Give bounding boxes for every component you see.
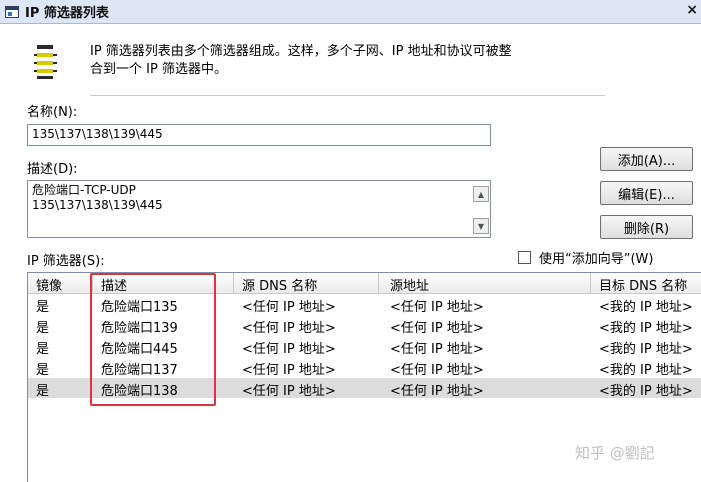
scroll-down-icon[interactable]: ▼ [473, 218, 489, 234]
column-header-dest-dns[interactable]: 目标 DNS 名称 [599, 275, 687, 294]
cell-source-dns: <任何 IP 地址> [242, 363, 336, 378]
watermark: 知乎 @劉記 [575, 444, 655, 462]
cell-dest-dns: <我的 IP 地址> [599, 300, 693, 315]
cell-source-dns: <任何 IP 地址> [242, 321, 336, 336]
cell-mirrored: 是 [36, 384, 50, 399]
cell-mirrored: 是 [36, 321, 50, 336]
cell-dest-dns: <我的 IP 地址> [599, 342, 693, 357]
edit-button[interactable]: 编辑(E)... [600, 181, 693, 205]
column-header-source-address[interactable]: 源地址 [390, 275, 429, 294]
title-bar: IP 筛选器列表 × [0, 0, 701, 24]
window-icon [5, 5, 19, 18]
column-divider[interactable] [590, 273, 591, 293]
cell-source-dns: <任何 IP 地址> [242, 342, 336, 357]
window-title: IP 筛选器列表 [25, 6, 109, 21]
filter-list-icon [34, 45, 57, 79]
intro-text-line1: IP 筛选器列表由多个筛选器组成。这样，多个子网、IP 地址和协议可被整 [90, 44, 512, 59]
filters-label: IP 筛选器(S): [27, 254, 105, 269]
intro-text-line2: 合到一个 IP 筛选器中。 [90, 62, 227, 77]
wizard-checkbox-label: 使用“添加向导”(W) [539, 252, 654, 267]
annotation-highlight-box [90, 273, 216, 406]
name-label: 名称(N): [27, 105, 78, 120]
description-text: 危险端口-TCP-UDP 135\137\138\139\445 [32, 183, 163, 212]
description-label: 描述(D): [27, 162, 78, 177]
cell-source-address: <任何 IP 地址> [390, 363, 484, 378]
cell-dest-dns: <我的 IP 地址> [599, 363, 693, 378]
column-divider[interactable] [233, 273, 234, 293]
cell-source-address: <任何 IP 地址> [390, 342, 484, 357]
scroll-up-icon[interactable]: ▲ [473, 186, 489, 202]
description-textarea[interactable]: 危险端口-TCP-UDP 135\137\138\139\445 ▲ ▼ [27, 180, 491, 238]
column-divider[interactable] [378, 273, 379, 293]
cell-source-dns: <任何 IP 地址> [242, 300, 336, 315]
column-header-mirrored[interactable]: 镜像 [36, 275, 62, 294]
wizard-checkbox[interactable] [518, 251, 531, 264]
cell-source-address: <任何 IP 地址> [390, 300, 484, 315]
cell-dest-dns: <我的 IP 地址> [599, 384, 693, 399]
add-button[interactable]: 添加(A)... [600, 147, 693, 171]
cell-mirrored: 是 [36, 363, 50, 378]
cell-source-address: <任何 IP 地址> [390, 321, 484, 336]
cell-mirrored: 是 [36, 300, 50, 315]
cell-source-dns: <任何 IP 地址> [242, 384, 336, 399]
cell-dest-dns: <我的 IP 地址> [599, 321, 693, 336]
wizard-checkbox-row[interactable]: 使用“添加向导”(W) [518, 248, 653, 267]
cell-mirrored: 是 [36, 342, 50, 357]
name-input[interactable]: 135\137\138\139\445 [27, 124, 491, 146]
close-icon[interactable]: × [686, 2, 698, 18]
remove-button[interactable]: 删除(R) [600, 215, 693, 239]
column-header-source-dns[interactable]: 源 DNS 名称 [242, 275, 317, 294]
separator [90, 95, 605, 96]
cell-source-address: <任何 IP 地址> [390, 384, 484, 399]
